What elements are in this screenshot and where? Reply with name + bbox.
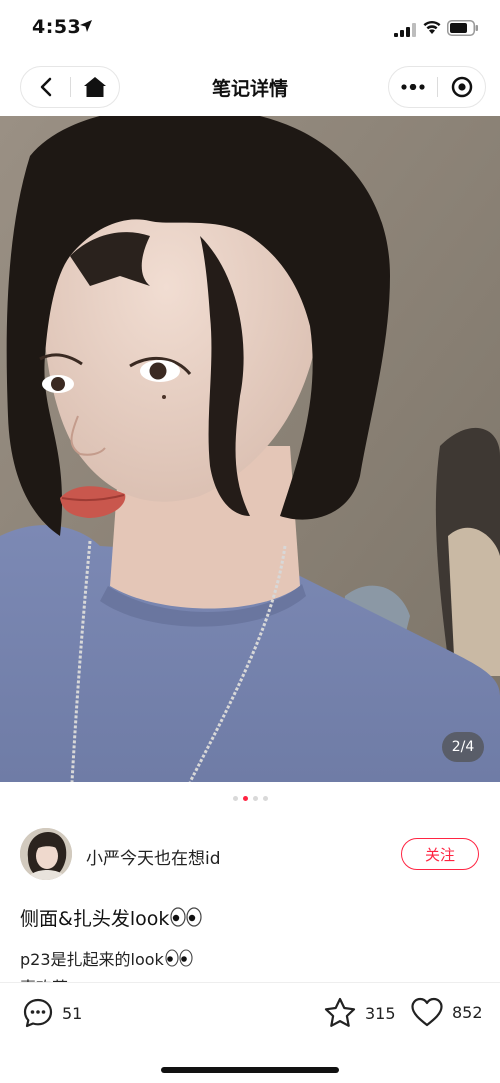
heart-icon xyxy=(411,997,443,1027)
note-photo[interactable] xyxy=(0,116,500,782)
like-count: 852 xyxy=(452,1002,483,1022)
pagination-dots xyxy=(0,796,500,804)
author-row: 小严今天也在想id 关注 xyxy=(0,826,500,886)
nav-capsule-left xyxy=(20,66,120,108)
comment-icon xyxy=(23,998,53,1028)
note-body: p23是扎起来的look xyxy=(20,946,193,971)
page-title: 笔记详情 xyxy=(211,78,288,100)
author-name[interactable]: 小严今天也在想id xyxy=(86,844,221,869)
image-counter: 2/4 xyxy=(442,732,484,762)
back-icon xyxy=(40,77,51,97)
more-icon xyxy=(401,84,425,90)
collect-button[interactable]: 315 xyxy=(323,997,396,1029)
close-target-icon xyxy=(451,76,472,98)
home-button[interactable] xyxy=(71,67,119,107)
home-indicator[interactable] xyxy=(161,1067,339,1073)
nav-capsule-right xyxy=(388,66,486,108)
like-button[interactable]: 852 xyxy=(410,997,483,1027)
pagination-dot[interactable] xyxy=(252,796,258,801)
star-icon xyxy=(324,997,356,1027)
eyes-emoji-icon xyxy=(165,949,193,971)
more-button[interactable] xyxy=(389,67,437,107)
follow-button[interactable]: 关注 xyxy=(401,838,479,870)
eyes-emoji-icon xyxy=(170,907,202,932)
close-button[interactable] xyxy=(438,67,485,107)
comment-button[interactable]: 51 xyxy=(22,997,82,1029)
note-title-text: 侧面&扎头发look xyxy=(20,908,170,930)
photo-image xyxy=(0,116,500,782)
signal-icon xyxy=(394,22,416,41)
comment-count: 51 xyxy=(62,1003,83,1023)
bottom-action-bar: 51 315 852 xyxy=(0,982,500,1083)
note-body-text: p23是扎起来的look xyxy=(20,950,164,969)
home-icon xyxy=(84,77,106,97)
pagination-dot-active[interactable] xyxy=(242,796,248,801)
nav-bar: 笔记详情 xyxy=(0,58,500,116)
collect-count: 315 xyxy=(365,1003,396,1023)
back-button[interactable] xyxy=(21,67,70,107)
note-body-cutoff: 喜欢蒜 xyxy=(20,974,68,982)
location-arrow-icon xyxy=(79,18,93,37)
pagination-dot[interactable] xyxy=(232,796,238,801)
pagination-dot[interactable] xyxy=(262,796,268,801)
battery-icon xyxy=(447,20,479,40)
note-title: 侧面&扎头发look xyxy=(20,904,202,932)
status-bar: 4:53 xyxy=(0,0,500,58)
wifi-icon xyxy=(422,19,442,39)
avatar[interactable] xyxy=(20,828,72,880)
status-time: 4:53 xyxy=(32,16,82,38)
